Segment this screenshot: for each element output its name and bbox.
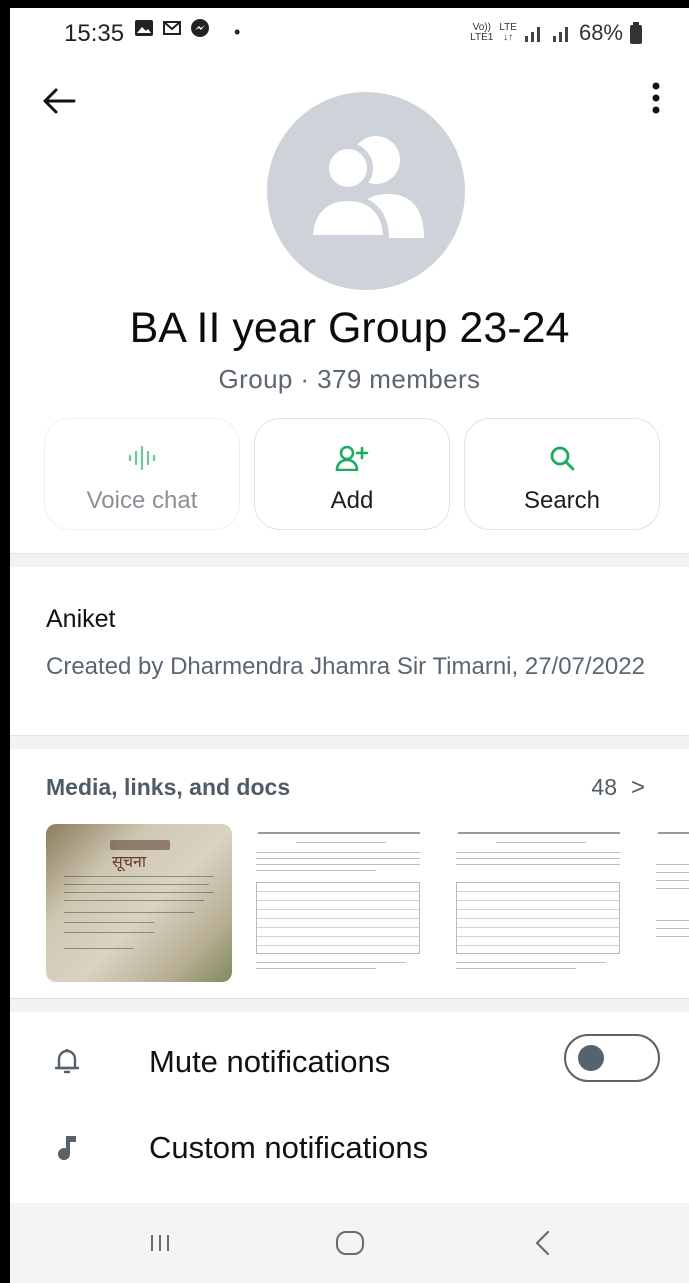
- media-section-title[interactable]: Media, links, and docs: [46, 774, 290, 801]
- photo-heading-bar: [110, 840, 170, 850]
- notification-icons: [134, 18, 210, 38]
- section-divider: [10, 553, 689, 567]
- system-nav-bar: [10, 1203, 689, 1283]
- voice-wave-icon: [128, 445, 156, 471]
- signal-2-icon: [552, 27, 568, 42]
- recents-button[interactable]: [140, 1223, 180, 1263]
- created-by: Created by Dharmendra Jhamra Sir Timarni…: [46, 653, 645, 680]
- battery-percent: 68%: [578, 20, 623, 45]
- status-time: 15:35: [64, 20, 125, 47]
- lte-bottom: ↓↑: [503, 32, 514, 43]
- section-divider: [10, 735, 689, 749]
- signal-icon: [524, 27, 540, 42]
- home-button[interactable]: [330, 1223, 370, 1263]
- group-name: BA II year Group 23-24: [129, 304, 570, 352]
- gmail-icon: [163, 21, 181, 35]
- action-row: Voice chat Add Search: [44, 418, 660, 530]
- mute-notifications-row[interactable]: Mute notifications: [10, 1028, 689, 1098]
- lte-indicator: LTE ↓↑: [499, 23, 517, 43]
- status-bar: 15:35 • Vo)) LTE1 LTE ↓↑ 68%: [10, 8, 689, 60]
- media-thumbnail-photo[interactable]: सूचना: [46, 824, 232, 982]
- bell-icon: [55, 1049, 79, 1074]
- add-person-icon: [335, 445, 369, 471]
- media-strip: सूचना: [46, 824, 689, 984]
- media-thumbnail-doc[interactable]: [646, 824, 689, 982]
- nav-back-icon: [535, 1230, 550, 1256]
- screen: 15:35 • Vo)) LTE1 LTE ↓↑ 68% BA II year …: [10, 8, 689, 1283]
- back-arrow-icon[interactable]: [42, 88, 76, 114]
- nav-back-button[interactable]: [522, 1223, 562, 1263]
- media-thumbnail-doc[interactable]: [246, 824, 432, 982]
- volte-indicator: Vo)) LTE1: [470, 23, 493, 43]
- search-button[interactable]: Search: [464, 418, 660, 530]
- search-icon: [550, 446, 575, 471]
- media-count[interactable]: 48: [591, 774, 617, 801]
- home-icon: [336, 1231, 364, 1255]
- group-avatar-icon: [306, 136, 424, 241]
- voice-chat-button[interactable]: Voice chat: [44, 418, 240, 530]
- group-description[interactable]: Aniket: [46, 605, 115, 634]
- music-note-icon: [58, 1136, 76, 1161]
- messenger-icon: [191, 19, 209, 37]
- battery-icon: [630, 22, 642, 44]
- volte-bottom: LTE1: [470, 32, 494, 43]
- mute-notifications-label: Mute notifications: [149, 1044, 391, 1079]
- add-label: Add: [330, 487, 374, 514]
- photo-heading: सूचना: [112, 852, 147, 871]
- custom-notifications-row[interactable]: Custom notifications: [10, 1114, 689, 1184]
- more-vert-icon[interactable]: [649, 80, 663, 116]
- status-right: Vo)) LTE1 LTE ↓↑ 68%: [470, 20, 643, 46]
- mute-toggle[interactable]: [564, 1034, 660, 1082]
- group-member-count: Group · 379 members: [218, 364, 481, 394]
- status-dot: •: [234, 22, 241, 42]
- section-divider: [10, 998, 689, 1012]
- toggle-knob: [578, 1045, 604, 1071]
- custom-notifications-label: Custom notifications: [149, 1130, 429, 1165]
- media-thumbnail-doc[interactable]: [446, 824, 632, 982]
- search-label: Search: [523, 487, 601, 514]
- chevron-right-icon[interactable]: >: [631, 774, 645, 802]
- voice-chat-label: Voice chat: [86, 487, 198, 514]
- gallery-icon: [135, 20, 153, 36]
- group-avatar[interactable]: [267, 92, 465, 290]
- recents-icon: [151, 1235, 169, 1251]
- add-button[interactable]: Add: [254, 418, 450, 530]
